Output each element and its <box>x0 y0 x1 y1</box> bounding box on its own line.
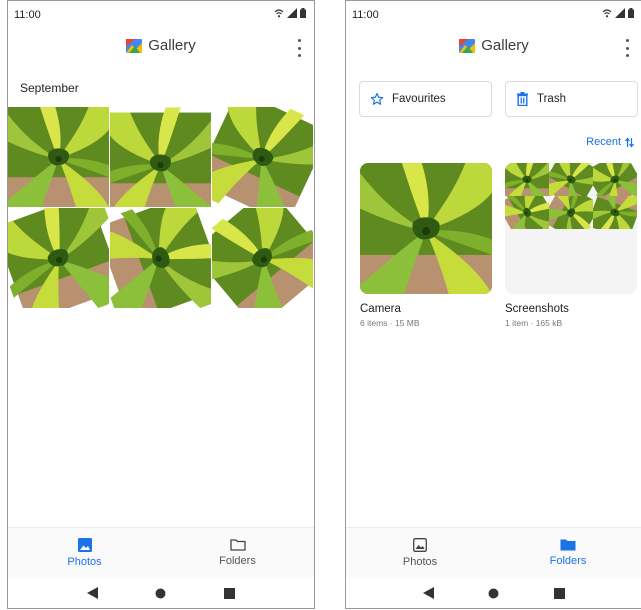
folder-icon <box>560 539 576 551</box>
recent-label: Recent <box>586 136 621 148</box>
nav-photos-label: Photos <box>67 556 102 568</box>
album-name: Camera <box>360 303 401 315</box>
more-vert-icon[interactable] <box>622 39 632 57</box>
app-bar: Gallery <box>346 31 641 65</box>
app-title: Gallery <box>148 37 196 54</box>
photo-grid <box>8 107 313 308</box>
album-card-screenshots[interactable]: Screenshots 1 item · 165 kB <box>505 163 637 328</box>
photos-icon <box>77 538 92 552</box>
gallery-logo-icon <box>126 38 143 53</box>
recents-icon[interactable] <box>553 587 565 599</box>
nav-folders[interactable]: Folders <box>494 528 641 578</box>
sort-arrows-icon <box>625 137 634 147</box>
status-bar: 11:00 <box>8 1 314 23</box>
back-icon[interactable] <box>423 587 435 599</box>
nav-photos[interactable]: Photos <box>8 528 161 578</box>
status-time: 11:00 <box>14 9 41 21</box>
folder-icon <box>229 539 246 551</box>
home-icon[interactable] <box>488 588 499 599</box>
app-bar: Gallery <box>8 31 314 65</box>
system-navigation <box>346 577 641 608</box>
more-vert-icon[interactable] <box>294 39 304 57</box>
status-bar: 11:00 <box>346 1 641 23</box>
nav-photos-label: Photos <box>402 556 438 568</box>
photo-thumbnail[interactable] <box>8 107 109 207</box>
album-meta: 6 items · 15 MB <box>360 318 420 328</box>
nav-folders-label: Folders <box>219 555 256 567</box>
trash-label: Trash <box>537 93 566 105</box>
gallery-logo-icon <box>459 38 476 53</box>
status-time: 11:00 <box>352 9 379 21</box>
nav-folders[interactable]: Folders <box>161 528 314 578</box>
album-thumbnail <box>505 163 637 294</box>
nav-folders-label: Folders <box>549 555 587 567</box>
app-title: Gallery <box>481 37 529 54</box>
signal-icon <box>287 8 297 18</box>
wifi-icon <box>602 9 612 18</box>
wifi-icon <box>274 9 284 18</box>
album-card-camera[interactable]: Camera 6 items · 15 MB <box>360 163 492 328</box>
trash-icon <box>517 92 528 106</box>
system-navigation <box>8 577 314 608</box>
date-section-label: September <box>20 81 79 95</box>
photo-thumbnail[interactable] <box>110 208 211 308</box>
battery-icon <box>300 8 306 18</box>
folders-screen: 11:00 Gallery Favourites Trash Recent Ca… <box>345 0 641 609</box>
album-name: Screenshots <box>505 303 569 315</box>
photos-screen: 11:00 Gallery September Photos Folders <box>7 0 315 609</box>
bottom-navigation: Photos Folders <box>346 527 641 578</box>
album-thumbnail <box>360 163 492 294</box>
trash-button[interactable]: Trash <box>505 81 638 117</box>
home-icon[interactable] <box>155 588 166 599</box>
nav-photos[interactable]: Photos <box>346 528 494 578</box>
photo-thumbnail[interactable] <box>212 107 313 207</box>
sort-recent-button[interactable]: Recent <box>586 136 634 148</box>
photo-thumbnail[interactable] <box>212 208 313 308</box>
photo-thumbnail[interactable] <box>110 107 211 207</box>
recents-icon[interactable] <box>224 587 236 599</box>
bottom-navigation: Photos Folders <box>8 527 314 578</box>
battery-icon <box>628 8 634 18</box>
photo-thumbnail[interactable] <box>8 208 109 308</box>
star-icon <box>370 92 384 105</box>
album-meta: 1 item · 165 kB <box>505 318 563 328</box>
favourites-button[interactable]: Favourites <box>359 81 492 117</box>
photos-icon <box>413 538 427 552</box>
favourites-label: Favourites <box>392 93 446 105</box>
back-icon[interactable] <box>86 587 98 599</box>
signal-icon <box>615 8 625 18</box>
